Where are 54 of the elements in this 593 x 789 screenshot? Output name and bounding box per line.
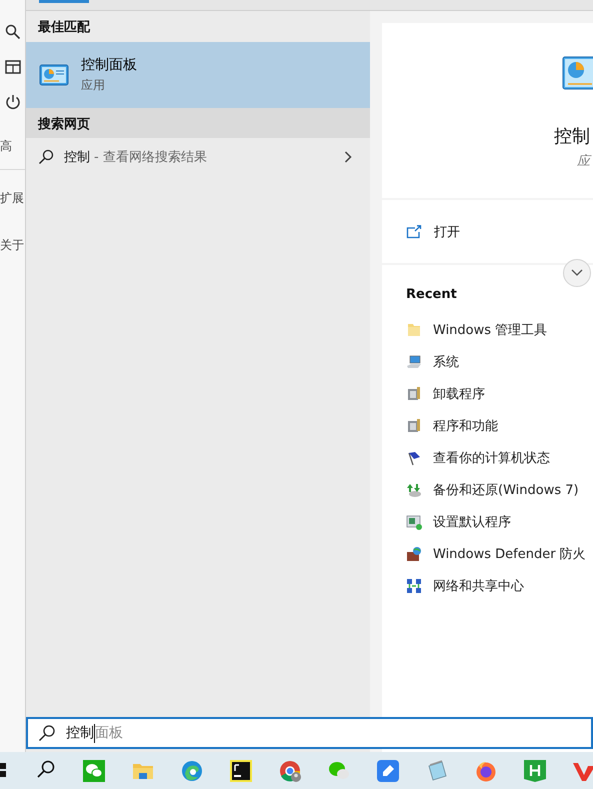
section-header: 最佳匹配 [37,19,92,37]
search-icon [38,149,54,165]
search-icon [38,724,56,742]
notepad-icon[interactable] [426,760,448,782]
firewall-icon [406,546,422,562]
installer-icon [406,418,422,434]
app-type: 应 [577,153,590,170]
search-field[interactable]: 控制面板 [26,717,593,749]
recent-item[interactable]: Windows Defender 防火 [433,545,586,563]
search-hint: - 查看网络搜索结果 [94,149,207,166]
computer-icon [406,354,422,370]
network-icon [406,578,422,594]
recent-item[interactable]: 卸载程序 [433,385,485,403]
recent-item[interactable]: Windows 管理工具 [433,321,548,339]
text-cursor [94,724,95,742]
rail-label[interactable]: 关于 [0,237,24,254]
recent-item[interactable]: 系统 [433,353,459,371]
app-name: 控制面板 [81,56,137,74]
folder-icon [406,322,422,338]
chevron-down-icon [571,269,583,277]
search-query[interactable]: 控制 [64,148,90,166]
default-programs-icon [406,514,422,530]
open-action[interactable]: 打开 [434,222,460,240]
power-icon[interactable] [4,94,20,110]
recent-item[interactable]: 网络和共享中心 [433,577,524,595]
rail-label[interactable]: 高 [0,138,12,155]
browser-icon[interactable] [180,760,202,782]
autocomplete-text: 面板 [95,724,123,742]
control-panel-icon [39,63,69,87]
recent-item[interactable]: 备份和还原(Windows 7) [433,481,579,499]
browser-icon[interactable] [278,760,300,782]
recent-item[interactable]: 设置默认程序 [433,513,511,531]
flag-icon [406,450,422,466]
backup-icon [406,482,422,498]
best-match-item[interactable]: 控制面板 应用 [26,42,370,108]
chat-app-icon[interactable] [82,760,104,782]
control-panel-icon [562,55,593,91]
browser-icon[interactable] [474,760,496,782]
section-header: 搜索网页 [26,108,370,138]
recent-item[interactable]: 查看你的计算机状态 [433,449,550,467]
rail-label[interactable]: 扩展 [0,190,24,207]
app-title: 控制 [554,125,590,148]
tab-indicator [39,0,89,3]
app-type: 应用 [81,77,106,94]
search-icon[interactable] [4,24,20,40]
chevron-right-icon[interactable] [344,151,352,163]
recent-item[interactable]: 程序和功能 [433,417,498,435]
open-icon [406,224,422,238]
recent-header: Recent [406,287,458,302]
h-app-icon[interactable] [524,760,546,782]
typed-text: 控制 [66,724,94,742]
pen-app-icon[interactable] [376,760,398,782]
installer-icon [406,386,422,402]
panel-icon[interactable] [4,60,20,74]
